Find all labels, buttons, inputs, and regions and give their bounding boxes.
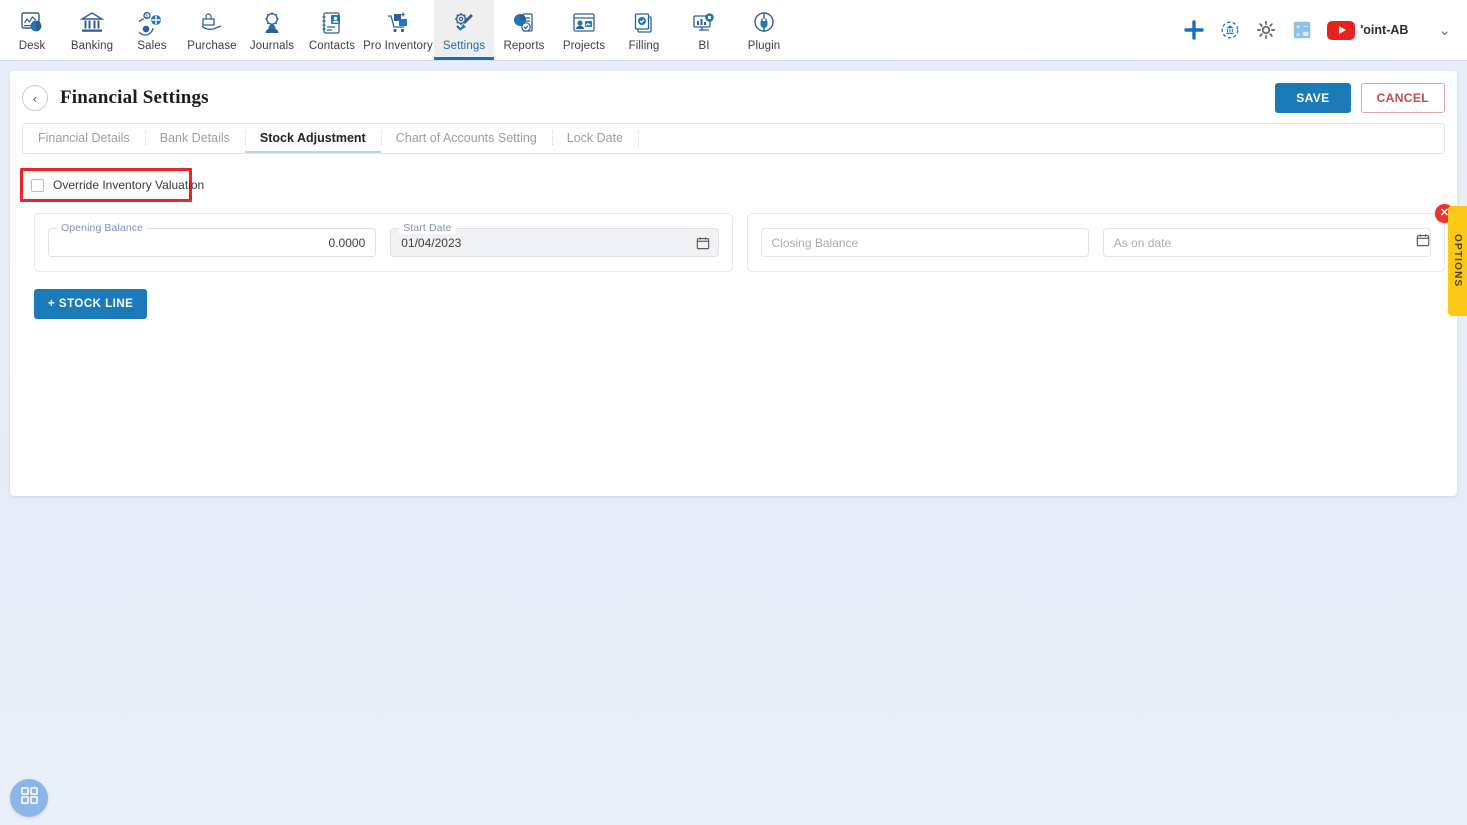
inventory-icon xyxy=(385,8,411,38)
chevron-down-icon[interactable]: ⌄ xyxy=(1438,21,1451,39)
nav-item-desk[interactable]: Desk xyxy=(2,0,62,60)
apps-grid-icon xyxy=(20,786,39,810)
nav-item-banking[interactable]: Banking xyxy=(62,0,122,60)
settings-icon xyxy=(451,8,477,38)
page-wrapper: ‹ Financial Settings SAVE CANCEL Financi… xyxy=(0,61,1467,496)
page-title: Financial Settings xyxy=(60,87,209,108)
projects-icon xyxy=(571,8,597,38)
nav-label: Settings xyxy=(442,39,486,52)
sales-icon: $ xyxy=(139,8,165,38)
nav-item-reports[interactable]: Reports xyxy=(494,0,554,60)
plugin-icon xyxy=(751,8,777,38)
cancel-button[interactable]: CANCEL xyxy=(1360,83,1445,113)
nav-label: Pro Inventory xyxy=(363,39,433,52)
calendar-icon[interactable] xyxy=(1416,233,1430,252)
nav-right-actions: + − × 'oint-AB ⌄ xyxy=(1183,0,1467,60)
opening-balance-outline: Opening Balance xyxy=(48,222,377,257)
nav-item-projects[interactable]: Projects xyxy=(554,0,614,60)
nav-item-purchase[interactable]: Purchase xyxy=(182,0,242,60)
settings-tabbar: Financial Details Bank Details Stock Adj… xyxy=(22,123,1445,154)
start-date-label: Start Date xyxy=(399,222,456,234)
tab-lock-date[interactable]: Lock Date xyxy=(551,124,638,153)
options-side-tab-label: OPTIONS xyxy=(1452,234,1463,288)
nav-label: BI xyxy=(698,39,710,52)
tab-bank-details[interactable]: Bank Details xyxy=(144,124,245,153)
override-inventory-valuation-row[interactable]: Override Inventory Valuation xyxy=(20,168,204,202)
calculator-icon[interactable]: + − × xyxy=(1291,19,1313,41)
nav-label: Sales xyxy=(137,39,167,52)
organization-name: 'oint-AB xyxy=(1360,23,1409,37)
nav-item-filling[interactable]: Filling xyxy=(614,0,674,60)
nav-label: Banking xyxy=(70,39,114,52)
contacts-icon xyxy=(319,8,345,38)
nav-label: Filling xyxy=(628,39,660,52)
nav-label: Contacts xyxy=(308,39,356,52)
filling-icon xyxy=(631,8,657,38)
nav-item-contacts[interactable]: Contacts xyxy=(302,0,362,60)
override-inventory-valuation-label: Override Inventory Valuation xyxy=(53,178,205,192)
stock-line-right-panel: ✕ xyxy=(746,204,1454,272)
as-on-date-box xyxy=(1102,228,1431,257)
start-date-outline: Start Date xyxy=(390,222,719,257)
dashboard-icon xyxy=(19,8,45,38)
journals-icon xyxy=(259,8,285,38)
back-button[interactable]: ‹ xyxy=(22,85,48,111)
nav-label: Desk xyxy=(18,39,46,52)
nav-items: Desk Banking $ Sales Purchase Journals C… xyxy=(0,0,794,60)
svg-text:×: × xyxy=(1296,30,1300,39)
save-button[interactable]: SAVE xyxy=(1275,83,1351,113)
nav-label: Purchase xyxy=(187,39,237,52)
options-side-tab[interactable]: OPTIONS xyxy=(1448,206,1467,316)
add-stock-line-button[interactable]: + STOCK LINE xyxy=(34,289,148,319)
nav-label: Reports xyxy=(503,39,545,52)
nav-label: Projects xyxy=(562,39,606,52)
bank-sync-icon[interactable] xyxy=(1219,19,1241,41)
apps-fab-button[interactable] xyxy=(10,779,48,817)
closing-balance-field xyxy=(760,228,1089,257)
svg-text:−: − xyxy=(1304,22,1308,31)
tabbar-filler xyxy=(638,124,1444,153)
top-navigation-bar: Desk Banking $ Sales Purchase Journals C… xyxy=(0,0,1467,61)
bi-icon xyxy=(691,8,717,38)
closing-balance-input[interactable] xyxy=(761,229,1088,256)
calendar-icon[interactable] xyxy=(696,236,710,250)
nav-label: Plugin xyxy=(747,39,781,52)
chevron-left-icon: ‹ xyxy=(32,90,38,106)
nav-label: Journals xyxy=(249,39,295,52)
bank-icon xyxy=(79,8,105,38)
tab-stock-adjustment[interactable]: Stock Adjustment xyxy=(244,124,381,153)
nav-item-journals[interactable]: Journals xyxy=(242,0,302,60)
purchase-icon xyxy=(199,8,225,38)
header-actions: SAVE CANCEL xyxy=(1275,83,1445,113)
nav-item-settings[interactable]: Settings xyxy=(434,0,494,60)
stock-line-row: Opening Balance Start Date xyxy=(34,204,1454,272)
plus-icon[interactable] xyxy=(1183,19,1205,41)
start-date-field: Start Date xyxy=(390,222,719,257)
tab-chart-of-accounts-setting[interactable]: Chart of Accounts Setting xyxy=(380,124,552,153)
as-on-date-input[interactable] xyxy=(1103,229,1416,256)
opening-balance-field: Opening Balance xyxy=(48,222,377,257)
opening-balance-label: Opening Balance xyxy=(57,222,148,234)
gear-icon[interactable] xyxy=(1255,19,1277,41)
nav-item-pro-inventory[interactable]: Pro Inventory xyxy=(362,0,434,60)
as-on-date-field xyxy=(1102,228,1431,257)
nav-item-plugin[interactable]: Plugin xyxy=(734,0,794,60)
override-inventory-valuation-checkbox[interactable] xyxy=(31,178,44,192)
tab-financial-details[interactable]: Financial Details xyxy=(23,124,145,153)
financial-settings-card: ‹ Financial Settings SAVE CANCEL Financi… xyxy=(10,71,1457,496)
card-header: ‹ Financial Settings SAVE CANCEL xyxy=(10,71,1457,123)
closing-balance-box xyxy=(760,228,1089,257)
reports-icon xyxy=(511,8,537,38)
youtube-icon[interactable] xyxy=(1327,20,1356,40)
nav-item-bi[interactable]: BI xyxy=(674,0,734,60)
nav-item-sales[interactable]: $ Sales xyxy=(122,0,182,60)
svg-text:$: $ xyxy=(145,13,148,19)
stock-line-left-panel: Opening Balance Start Date xyxy=(34,213,733,272)
